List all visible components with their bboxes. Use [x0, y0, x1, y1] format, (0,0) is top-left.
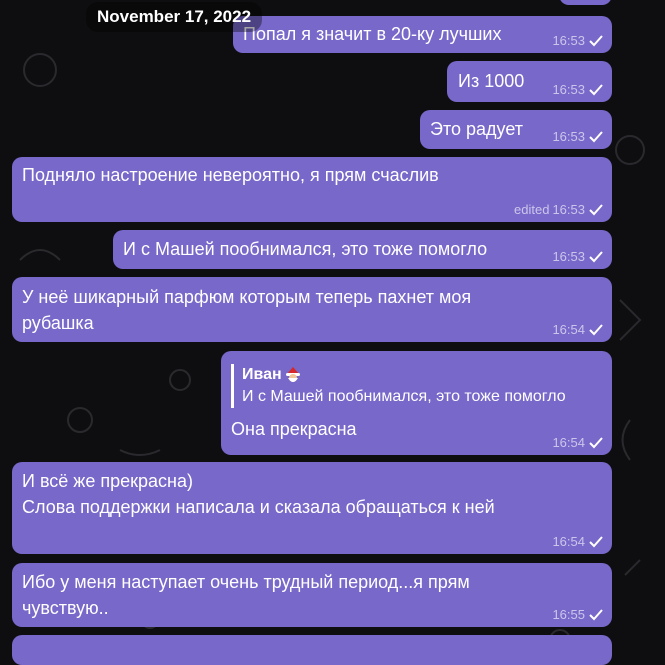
message-time: 16:53 — [552, 82, 585, 97]
reply-text: И с Машей пообнимался, это тоже помогло — [242, 388, 566, 405]
read-check-icon — [589, 84, 603, 96]
message-meta: 16:54 — [552, 534, 604, 550]
message-time: 16:54 — [552, 435, 585, 450]
message-meta: 16:53 — [552, 82, 604, 98]
message-meta: edited 16:53 — [514, 202, 604, 218]
read-check-icon — [589, 35, 603, 47]
message-meta: 16:53 — [552, 33, 604, 49]
message-time: 16:53 — [552, 249, 585, 264]
message-bubble[interactable]: Это радует 16:53 — [420, 110, 612, 149]
message-time: 16:55 — [552, 607, 585, 622]
message-bubble[interactable]: Из 1000 16:53 — [447, 61, 612, 102]
read-check-icon — [589, 609, 603, 621]
message-text: Она прекрасна — [231, 419, 357, 439]
date-separator: November 17, 2022 — [86, 2, 263, 32]
message-text: Подняло настроение невероятно, я прям сч… — [22, 165, 439, 185]
message-bubble[interactable]: У неё шикарный парфюм которым теперь пах… — [12, 277, 612, 342]
message-text: И с Машей пообнимался, это тоже помогло — [123, 239, 488, 259]
read-check-icon — [589, 251, 603, 263]
message-time: 16:53 — [552, 129, 585, 144]
message-time: 16:53 — [552, 202, 585, 217]
read-check-icon — [589, 131, 603, 143]
read-check-icon — [589, 324, 603, 336]
message-bubble[interactable]: И с Машей пообнимался, это тоже помогло … — [113, 230, 612, 269]
santa-emoji-icon — [285, 367, 300, 382]
message-time: 16:54 — [552, 534, 585, 549]
message-time: 16:53 — [552, 33, 585, 48]
message-text: Ибо у меня наступает очень трудный перио… — [22, 572, 470, 592]
reply-quote[interactable]: Иван И с Машей пообнимался, это тоже пом… — [231, 364, 602, 408]
message-time: 16:54 — [552, 322, 585, 337]
read-check-icon — [589, 437, 603, 449]
message-bubble[interactable]: Подняло настроение невероятно, я прям сч… — [12, 157, 612, 222]
message-meta: 16:53 — [552, 249, 604, 265]
message-text: рубашка — [22, 313, 94, 333]
message-meta: 16:55 — [552, 607, 604, 623]
message-bubble[interactable]: И всё же прекрасна) Слова поддержки напи… — [12, 462, 612, 554]
message-text: И всё же прекрасна) — [22, 471, 193, 491]
message-text: Слова поддержки написала и сказала обращ… — [22, 497, 495, 517]
message-bubble[interactable]: Попал я значит в 20-ку лучших 16:53 — [233, 16, 612, 53]
reply-author: Иван — [242, 364, 602, 386]
message-text: У неё шикарный парфюм которым теперь пах… — [22, 287, 472, 307]
message-text: Попал я значит в 20-ку лучших — [243, 24, 502, 44]
message-meta: 16:53 — [552, 129, 604, 145]
read-check-icon — [589, 536, 603, 548]
message-meta: 16:54 — [552, 435, 604, 451]
edited-label: edited — [514, 202, 550, 217]
message-bubble-partial-bottom[interactable] — [12, 635, 612, 665]
message-bubble[interactable]: Ибо у меня наступает очень трудный перио… — [12, 563, 612, 627]
message-bubble-partial-top[interactable] — [559, 0, 612, 5]
read-check-icon — [589, 204, 603, 216]
message-meta: 16:54 — [552, 322, 604, 338]
message-bubble-reply[interactable]: Иван И с Машей пообнимался, это тоже пом… — [221, 351, 612, 455]
message-text: чувствую.. — [22, 598, 109, 618]
reply-author-name: Иван — [242, 366, 282, 383]
